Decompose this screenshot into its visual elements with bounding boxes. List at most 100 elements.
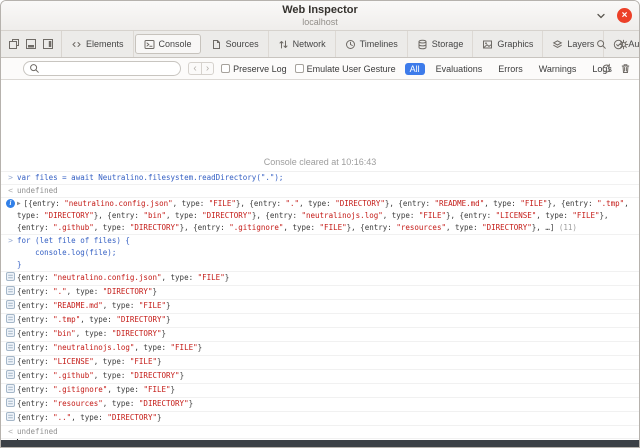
log-icon (4, 328, 17, 341)
sources-icon (211, 39, 222, 50)
log-icon (4, 412, 17, 425)
checkbox-preserve-log[interactable]: Preserve Log (221, 64, 287, 74)
console-command: > var files = await Neutralino.filesystem… (1, 172, 639, 185)
result-chevron: < (8, 186, 13, 195)
chevron-down-icon[interactable] (594, 9, 608, 23)
log-icon (4, 398, 17, 411)
console-search-field[interactable] (23, 61, 182, 76)
checkbox-label: Preserve Log (233, 63, 287, 74)
search-icon (29, 63, 40, 74)
close-button[interactable]: × (617, 8, 632, 23)
console-log: {entry: "LICENSE", type: "FILE"} (1, 356, 639, 370)
layers-icon (552, 39, 563, 50)
storage-icon (417, 39, 428, 50)
console-empty-space (1, 80, 639, 154)
tab-sources[interactable]: Sources (202, 31, 269, 57)
log-text: {entry: "resources", type: "DIRECTORY"} (17, 399, 194, 408)
log-text: {entry: "bin", type: "DIRECTORY"} (17, 329, 167, 338)
filter-right-icons (601, 63, 631, 74)
tab-elements[interactable]: Elements (62, 31, 134, 57)
log-text: {entry: ".github", type: "DIRECTORY"} (17, 371, 185, 380)
tab-label: Storage (431, 39, 464, 49)
tab-label: Sources (225, 39, 259, 49)
scope-all[interactable]: All (404, 62, 425, 75)
tab-timelines[interactable]: Timelines (336, 31, 408, 57)
tab-label: Elements (86, 39, 124, 49)
find-previous-button[interactable]: ‹ (188, 62, 202, 75)
result-text: undefined (17, 186, 58, 195)
command-text: var files = await Neutralino.filesystem.… (17, 173, 284, 182)
result-chevron: < (8, 427, 13, 436)
command-text: for (let file of files) { console.log(fi… (17, 236, 130, 269)
find-next-button[interactable]: › (201, 62, 215, 75)
gear-icon[interactable] (618, 39, 629, 50)
reload-icon[interactable] (601, 63, 612, 74)
graphics-icon (482, 39, 493, 50)
log-icon (4, 286, 17, 299)
console-log: {entry: "README.md", type: "FILE"} (1, 300, 639, 314)
disclosure-triangle-icon[interactable]: ▶ (17, 200, 21, 207)
console-log: {entry: ".github", type: "DIRECTORY"} (1, 370, 639, 384)
console-log: {entry: "resources", type: "DIRECTORY"} (1, 398, 639, 412)
log-text: {entry: "neutralino.config.json", type: … (17, 273, 230, 282)
log-text: {entry: "neutralinojs.log", type: "FILE"… (17, 343, 203, 352)
window-subtitle: localhost (302, 16, 338, 27)
tab-console[interactable]: Console (134, 34, 201, 54)
console-log: {entry: "neutralinojs.log", type: "FILE"… (1, 342, 639, 356)
checkbox-box[interactable] (294, 64, 304, 73)
log-icon (4, 370, 17, 383)
tab-graphics[interactable]: Graphics (473, 31, 544, 57)
inspector-tabbar: Elements Console Sources Network Timelines St… (1, 31, 639, 58)
scope-warnings[interactable]: Warnings (534, 63, 582, 75)
log-text: {entry: "README.md", type: "FILE"} (17, 301, 171, 310)
window-bottom-edge (1, 440, 639, 447)
console-log: {entry: "..", type: "DIRECTORY"} (1, 412, 639, 426)
tab-label: Timelines (359, 39, 398, 49)
console-log: {entry: "neutralino.config.json", type: … (1, 272, 639, 286)
console-entries: > var files = await Neutralino.filesystem… (1, 172, 639, 440)
dock-controls (1, 31, 62, 57)
console-icon (144, 39, 155, 50)
log-icon (4, 272, 17, 285)
scope-errors[interactable]: Errors (493, 63, 528, 75)
titlebar[interactable]: Web Inspector localhost × (1, 1, 639, 31)
timelines-icon (345, 39, 356, 50)
console-log: {entry: "bin", type: "DIRECTORY"} (1, 328, 639, 342)
filter-checkboxes: Preserve Log Emulate User Gesture (221, 64, 396, 74)
find-nav-group: ‹ › (188, 62, 215, 75)
tab-network[interactable]: Network (269, 31, 336, 57)
log-icon (4, 384, 17, 397)
console-log: {entry: ".gitignore", type: "FILE"} (1, 384, 639, 398)
console-result: < undefined (1, 185, 639, 198)
console-log: {entry: ".tmp", type: "DIRECTORY"} (1, 314, 639, 328)
log-text: {entry: ".gitignore", type: "FILE"} (17, 385, 176, 394)
array-count: (11) (554, 223, 577, 232)
scope-evaluations[interactable]: Evaluations (431, 63, 488, 75)
web-inspector-window: Web Inspector localhost × Elements Consol… (0, 0, 640, 448)
log-icon (4, 342, 17, 355)
search-icon[interactable] (596, 39, 607, 50)
detach-window-icon[interactable] (8, 38, 20, 50)
log-icon (4, 356, 17, 369)
checkbox-emulate-user-gesture[interactable]: Emulate User Gesture (294, 63, 396, 74)
dock-right-icon[interactable] (42, 38, 54, 50)
command-chevron: > (8, 236, 13, 245)
console-pane[interactable]: Console cleared at 10:16:43 > var files =… (1, 80, 639, 440)
console-search-input[interactable] (43, 63, 176, 74)
log-text: {entry: ".", type: "DIRECTORY"} (17, 287, 157, 296)
elements-icon (71, 39, 82, 50)
tab-storage[interactable]: Storage (408, 31, 474, 57)
dock-bottom-icon[interactable] (25, 38, 37, 50)
filter-scopes: All Evaluations Errors Warnings Logs (404, 62, 617, 75)
command-chevron: > (8, 173, 13, 182)
checkbox-label: Emulate User Gesture (306, 63, 396, 74)
result-text: undefined (17, 427, 58, 436)
tab-label: Graphics (497, 39, 534, 49)
trash-icon[interactable] (620, 63, 631, 74)
log-icon (4, 314, 17, 327)
checkbox-box[interactable] (221, 64, 231, 73)
window-title: Web Inspector (282, 4, 358, 16)
tab-label: Console (158, 39, 192, 49)
tabbar-right-icons (586, 31, 639, 57)
console-array-preview[interactable]: i ▶ [{entry: "neutralino.config.json", typ… (1, 198, 639, 235)
